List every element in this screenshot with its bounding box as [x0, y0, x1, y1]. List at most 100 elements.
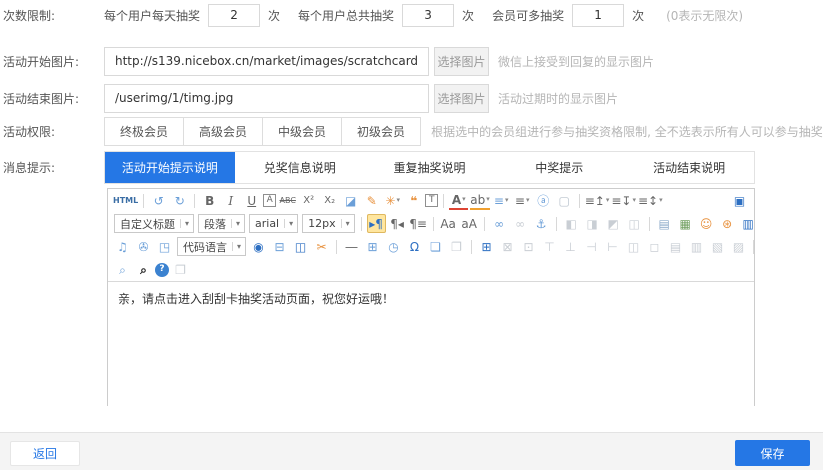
- tab-win-tip[interactable]: 中奖提示: [494, 152, 624, 183]
- total-draw-input[interactable]: [402, 4, 454, 27]
- new-page-icon[interactable]: ▢: [555, 191, 574, 210]
- cell-props-icon[interactable]: ⊡: [519, 237, 538, 256]
- anchor-icon[interactable]: ⚓: [532, 214, 551, 233]
- superscript-icon[interactable]: X²: [299, 191, 318, 210]
- start-image-url-input[interactable]: [104, 47, 429, 76]
- delete-col-icon[interactable]: ▥: [687, 237, 706, 256]
- underline-icon[interactable]: U: [242, 191, 261, 210]
- insert-col-right-icon[interactable]: ⊢: [603, 237, 622, 256]
- help-icon[interactable]: ?: [155, 263, 169, 277]
- undo-icon[interactable]: ↺: [149, 191, 168, 210]
- strikethrough-icon[interactable]: ABC: [278, 191, 297, 210]
- end-image-pick-button[interactable]: 选择图片: [434, 84, 489, 113]
- member-option-junior[interactable]: 初级会员: [341, 117, 421, 146]
- toolbar-separator: [753, 240, 754, 254]
- upload-image-icon[interactable]: ▦: [676, 214, 695, 233]
- image-align-top-icon[interactable]: ◩: [604, 214, 623, 233]
- code-language-select[interactable]: 代码语言▾: [177, 237, 246, 256]
- insert-date-icon[interactable]: ⊞: [363, 237, 382, 256]
- insert-row-below-icon[interactable]: ⊥: [561, 237, 580, 256]
- member-option-ultimate[interactable]: 终极会员: [104, 117, 184, 146]
- baidu-map-icon[interactable]: ❐: [447, 237, 466, 256]
- insert-music-icon[interactable]: ♫: [113, 237, 132, 256]
- insert-media-icon[interactable]: ◳: [155, 237, 174, 256]
- insert-link-icon[interactable]: ∞: [490, 214, 509, 233]
- paste-icon[interactable]: ❐: [171, 260, 190, 279]
- multi-column-icon[interactable]: ◫: [291, 237, 310, 256]
- member-option-intermediate[interactable]: 中级会员: [262, 117, 342, 146]
- redo-icon[interactable]: ↻: [170, 191, 189, 210]
- insert-map-icon[interactable]: ❏: [426, 237, 445, 256]
- find-replace-icon[interactable]: ⌕: [134, 260, 153, 279]
- ltr-paragraph-icon[interactable]: ▸¶: [367, 214, 386, 233]
- indent-dropdown-icon[interactable]: ≡↥: [585, 191, 610, 210]
- font-family-select[interactable]: arial▾: [249, 214, 298, 233]
- member-extra-draw-label: 会员可多抽奖: [492, 7, 564, 24]
- tab-activity-end[interactable]: 活动结束说明: [624, 152, 754, 183]
- bold-icon[interactable]: B: [200, 191, 219, 210]
- toolbar-separator: [433, 217, 434, 231]
- font-border-icon[interactable]: A: [263, 194, 276, 207]
- insert-code-icon[interactable]: ◉: [249, 237, 268, 256]
- to-lowercase-icon[interactable]: aA: [460, 214, 479, 233]
- line-height-icon[interactable]: ≡↕: [638, 191, 663, 210]
- tab-redeem-info[interactable]: 兑奖信息说明: [235, 152, 365, 183]
- preview-icon[interactable]: ⌕: [113, 260, 132, 279]
- member-extra-draw-input[interactable]: [572, 4, 624, 27]
- remove-link-icon[interactable]: ∞: [511, 214, 530, 233]
- anchor-text-icon[interactable]: ⓐ: [534, 191, 553, 210]
- insert-row-above-icon[interactable]: ⊤: [540, 237, 559, 256]
- highlight-color-icon[interactable]: ab: [470, 191, 490, 210]
- end-image-url-input[interactable]: [104, 84, 429, 113]
- to-uppercase-icon[interactable]: Aa: [439, 214, 458, 233]
- horizontal-rule-icon[interactable]: ―: [342, 237, 361, 256]
- message-tip-row: 消息提示: 活动开始提示说明 兑奖信息说明 重复抽奖说明 中奖提示 活动结束说明: [0, 151, 823, 184]
- delete-row-icon[interactable]: ▤: [666, 237, 685, 256]
- remove-format-eraser-icon[interactable]: ◪: [341, 191, 360, 210]
- heading-style-select[interactable]: 自定义标题▾: [114, 214, 194, 233]
- editor-content-area[interactable]: 亲，请点击进入刮刮卡抽奖活动页面，祝您好运哦！: [108, 282, 754, 407]
- attachment-icon[interactable]: ✇: [134, 237, 153, 256]
- insert-video-icon[interactable]: ▥: [739, 214, 754, 233]
- ordered-list-icon[interactable]: ≡: [492, 191, 511, 210]
- member-option-senior[interactable]: 高级会员: [183, 117, 263, 146]
- delete-table-icon[interactable]: ▧: [708, 237, 727, 256]
- italic-icon[interactable]: I: [221, 191, 240, 210]
- emoticon-icon[interactable]: ☺: [697, 214, 716, 233]
- blockquote-icon[interactable]: ❝: [404, 191, 423, 210]
- rtl-paragraph-icon[interactable]: ¶◂: [388, 214, 407, 233]
- insert-table-icon[interactable]: ⊞: [477, 237, 496, 256]
- subscript-icon[interactable]: X₂: [320, 191, 339, 210]
- format-painter-brush-icon[interactable]: ✎: [362, 191, 381, 210]
- insert-image-icon[interactable]: ▤: [655, 214, 674, 233]
- table-cell-color-icon[interactable]: ▨: [729, 237, 748, 256]
- save-button[interactable]: 保存: [735, 440, 810, 466]
- table-props-icon[interactable]: ⊠: [498, 237, 517, 256]
- quick-format-icon[interactable]: ✳: [383, 191, 402, 210]
- paragraph-indent-icon[interactable]: ¶≡: [409, 214, 428, 233]
- back-button[interactable]: 返回: [10, 441, 80, 466]
- unordered-list-icon[interactable]: ≡: [513, 191, 532, 210]
- paste-plain-text-icon[interactable]: T: [425, 194, 438, 207]
- paragraph-select[interactable]: 段落▾: [198, 214, 245, 233]
- page-break-icon[interactable]: ⊟: [270, 237, 289, 256]
- screenshot-icon[interactable]: ✂: [312, 237, 331, 256]
- html-source-button[interactable]: HTML: [113, 191, 138, 210]
- fullscreen-icon[interactable]: ▣: [730, 191, 749, 210]
- insert-time-icon[interactable]: ◷: [384, 237, 403, 256]
- image-align-left-icon[interactable]: ◧: [562, 214, 581, 233]
- align-dropdown-icon[interactable]: ≡↧: [611, 191, 636, 210]
- special-char-icon[interactable]: Ω: [405, 237, 424, 256]
- tab-activity-start-tip[interactable]: 活动开始提示说明: [105, 152, 235, 183]
- split-cells-icon[interactable]: ◻: [645, 237, 664, 256]
- image-align-bottom-icon[interactable]: ◫: [625, 214, 644, 233]
- flash-palette-icon[interactable]: ⊛: [718, 214, 737, 233]
- tab-repeat-draw[interactable]: 重复抽奖说明: [365, 152, 495, 183]
- insert-col-left-icon[interactable]: ⊣: [582, 237, 601, 256]
- image-align-right-icon[interactable]: ◨: [583, 214, 602, 233]
- merge-cells-icon[interactable]: ◫: [624, 237, 643, 256]
- per-day-draw-input[interactable]: [208, 4, 260, 27]
- start-image-pick-button[interactable]: 选择图片: [434, 47, 489, 76]
- font-size-select[interactable]: 12px▾: [302, 214, 355, 233]
- font-color-icon[interactable]: A: [449, 191, 468, 210]
